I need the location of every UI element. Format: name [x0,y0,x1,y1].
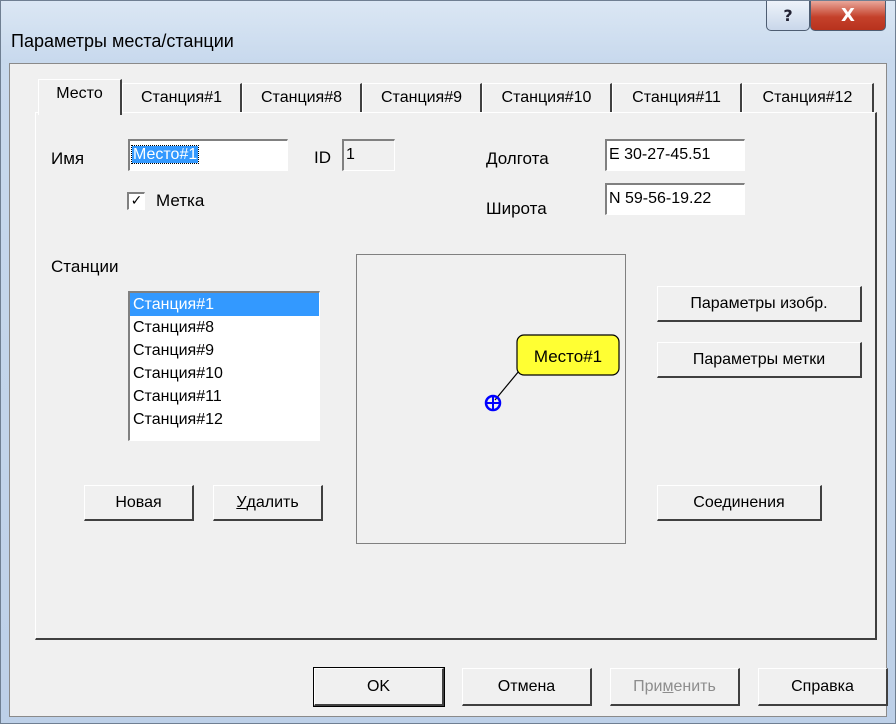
tab-station-8[interactable]: Станция#8 [242,83,362,113]
tab-label: Станция#12 [762,89,853,106]
mark-params-button[interactable]: Параметры метки [657,342,862,378]
longitude-input[interactable]: E 30-27-45.51 [605,139,745,171]
id-label: ID [314,148,331,167]
button-text: При [633,677,663,695]
tab-place[interactable]: Место [38,79,122,115]
name-value: Место#1 [130,145,200,164]
ok-button[interactable]: OK [313,667,445,707]
station-marker-icon [484,394,502,412]
button-text: далить [246,493,299,511]
window-title: Параметры места/станции [11,31,234,51]
help-button[interactable]: Справка [758,668,888,706]
title-bar[interactable]: Параметры места/станции ? X [1,1,895,71]
name-label: Имя [51,149,85,168]
stations-listbox[interactable]: Станция#1 Станция#8 Станция#9 Станция#10… [128,291,320,441]
list-item[interactable]: Станция#8 [130,316,319,339]
name-input[interactable]: Место#1 [128,139,288,171]
apply-button[interactable]: При м енить [610,668,740,706]
close-title-button[interactable]: X [810,1,886,31]
list-item[interactable]: Станция#9 [130,339,319,362]
preview-canvas: Место#1 [484,334,620,412]
mark-label: Метка [156,191,205,210]
close-icon: X [841,5,855,26]
image-params-button[interactable]: Параметры изобр. [657,286,862,322]
dialog-window: Параметры места/станции ? X Место Станци… [0,0,896,724]
button-mnemonic: У [236,493,247,511]
id-field: 1 [342,139,395,171]
latitude-input[interactable]: N 59-56-19.22 [605,183,745,215]
new-station-button[interactable]: Новая [84,485,194,521]
marker-label-text: Место#1 [534,347,602,366]
list-item[interactable]: Станция#12 [130,408,319,431]
tab-station-11[interactable]: Станция#11 [612,83,742,113]
help-title-button[interactable]: ? [766,1,810,31]
tab-label: Место [56,85,103,102]
tab-label: Станция#1 [141,89,222,106]
button-mnemonic: м [662,677,674,695]
delete-station-button[interactable]: Удалить [213,485,323,521]
list-item[interactable]: Станция#1 [130,293,319,316]
stations-label: Станции [51,257,119,276]
mark-checkbox[interactable]: ✓ [127,192,145,210]
tab-station-12[interactable]: Станция#12 [742,83,874,113]
tab-label: Станция#9 [381,89,462,106]
tab-label: Станция#10 [501,89,592,106]
tab-label: Станция#11 [632,89,721,106]
help-icon: ? [783,6,793,25]
tab-label: Станция#8 [261,89,342,106]
mark-preview: Место#1 [356,254,626,544]
button-text: енить [673,677,716,695]
list-item[interactable]: Станция#10 [130,362,319,385]
tab-station-9[interactable]: Станция#9 [362,83,482,113]
tab-station-10[interactable]: Станция#10 [482,83,612,113]
leader-line [494,370,520,401]
latitude-label: Широта [486,199,547,218]
list-item[interactable]: Станция#11 [130,385,319,408]
tab-station-1[interactable]: Станция#1 [122,83,242,113]
longitude-label: Долгота [486,149,549,168]
connections-button[interactable]: Соединения [657,485,822,521]
cancel-button[interactable]: Отмена [462,668,592,706]
check-icon: ✓ [130,193,143,209]
